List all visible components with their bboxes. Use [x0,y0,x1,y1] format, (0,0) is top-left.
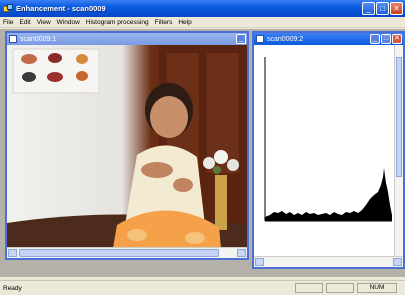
minimize-icon: _ [366,4,371,13]
image-window-minimize-button[interactable]: _ [236,34,246,44]
close-button[interactable]: ✕ [390,2,403,15]
scroll-left-button[interactable] [255,258,264,266]
window-title: Enhancement - scan0009 [16,4,106,13]
menu-edit[interactable]: Edit [19,19,30,26]
scroll-right-button[interactable] [237,249,246,257]
histogram-canvas [254,45,394,258]
histogram-bars [265,168,392,221]
minimize-icon: _ [373,35,377,42]
histogram-close-button[interactable]: ✕ [392,34,402,44]
photo-content [7,45,247,248]
histogram-minimize-button[interactable]: _ [370,34,380,44]
histogram-plot [264,57,392,222]
histogram-vertical-scrollbar[interactable] [394,45,403,256]
menu-filters[interactable]: Filters [155,19,173,26]
image-doc-icon [256,35,264,43]
maximize-button[interactable]: □ [376,2,389,15]
scroll-thumb[interactable] [19,249,219,257]
menu-help[interactable]: Help [178,19,191,26]
close-icon: ✕ [393,4,400,13]
num-lock-indicator: NUM [357,283,397,293]
menu-file[interactable]: File [3,19,13,26]
scroll-right-button[interactable] [393,258,402,266]
histogram-maximize-button[interactable]: □ [381,34,391,44]
status-panel [295,283,323,293]
mdi-workspace: scan0009:1 _ scan0009:2 _ □ ✕ [0,29,405,277]
close-icon: ✕ [394,35,400,42]
image-window-titlebar[interactable]: scan0009:1 _ [7,33,247,45]
title-bar[interactable]: Enhancement - scan0009 _ □ ✕ [0,0,405,17]
minimize-button[interactable]: _ [362,2,375,15]
status-bar: Ready NUM [0,280,405,295]
histogram-horizontal-scrollbar[interactable] [254,256,403,267]
status-panel [326,283,354,293]
menu-histogram-processing[interactable]: Histogram processing [86,19,149,26]
status-text: Ready [3,284,22,292]
app-icon [3,3,13,14]
image-doc-icon [9,35,17,43]
menu-window[interactable]: Window [57,19,80,26]
scanned-photo [7,45,247,248]
maximize-icon: □ [380,4,385,13]
histogram-window-titlebar[interactable]: scan0009:2 _ □ ✕ [254,33,403,45]
image-horizontal-scrollbar[interactable] [7,247,247,258]
image-window-title: scan0009:1 [20,35,57,43]
scroll-thumb[interactable] [396,57,402,177]
histogram-window-title: scan0009:2 [267,35,304,43]
maximize-icon: □ [383,35,389,42]
minimize-icon: _ [239,35,243,42]
image-window[interactable]: scan0009:1 _ [5,31,249,260]
menu-bar: File Edit View Window Histogram processi… [0,17,405,28]
scroll-left-button[interactable] [8,249,17,257]
histogram-window[interactable]: scan0009:2 _ □ ✕ [252,31,405,269]
menu-view[interactable]: View [37,19,51,26]
